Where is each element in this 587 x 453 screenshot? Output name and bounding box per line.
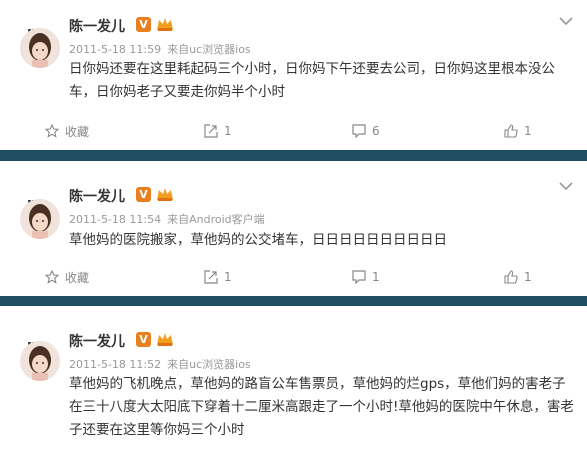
source-prefix: 来自	[167, 358, 190, 371]
post-meta: 2011-5-18 11:54 来自Android客户端	[69, 211, 265, 227]
source-prefix: 来自	[167, 43, 190, 56]
post-content: 日你妈还要在这里耗起码三个小时，日你妈下午还要去公司，日你妈这里根本没公车，日你…	[69, 61, 555, 100]
comment-icon	[352, 270, 366, 284]
favorite-label: 收藏	[65, 124, 90, 139]
repost-icon	[204, 124, 218, 138]
like-icon	[504, 124, 518, 138]
member-icon[interactable]	[155, 16, 175, 32]
action-bar: 收藏 1 1 1	[0, 264, 587, 290]
weibo-post-2: 陈一发儿 V 2011-5-18 11:54 来自Android客户端 草他妈的医…	[0, 161, 587, 296]
weibo-post-3: 陈一发儿 V 2011-5-18 11:52 来自uc浏览器ios 草他妈的飞机晚…	[0, 306, 587, 453]
like-button[interactable]: 1	[504, 118, 532, 144]
favorite-label: 收藏	[65, 270, 90, 285]
like-count: 1	[524, 270, 532, 284]
avatar[interactable]	[20, 28, 60, 68]
repost-button[interactable]: 1	[204, 118, 232, 144]
post-source[interactable]: uc浏览器ios	[189, 43, 251, 56]
post-content: 草他妈的飞机晚点，草他妈的路盲公车售票员，草他妈的烂gps，草他们妈的害老子在三…	[69, 376, 574, 438]
post-meta: 2011-5-18 11:59 来自uc浏览器ios	[69, 41, 251, 57]
avatar-pixel-badge	[28, 17, 50, 32]
comment-button[interactable]: 6	[352, 118, 380, 144]
verified-badge: V	[136, 187, 151, 202]
like-count: 1	[524, 124, 532, 138]
repost-button[interactable]: 1	[204, 264, 232, 290]
chevron-down-icon[interactable]	[559, 16, 573, 26]
author-name[interactable]: 陈一发儿	[69, 186, 125, 206]
repost-count: 1	[224, 124, 232, 138]
favorite-button[interactable]: 收藏	[45, 118, 89, 144]
post-source[interactable]: uc浏览器ios	[189, 358, 251, 371]
source-prefix: 来自	[167, 213, 190, 226]
avatar-pixel-badge	[28, 330, 50, 345]
post-divider	[0, 296, 587, 306]
post-time[interactable]: 2011-5-18 11:52	[69, 358, 161, 371]
author-name[interactable]: 陈一发儿	[69, 16, 125, 36]
action-bar: 收藏 1 6 1	[0, 118, 587, 144]
avatar-pixel-badge	[28, 188, 50, 203]
member-icon[interactable]	[155, 331, 175, 347]
comment-button[interactable]: 1	[352, 264, 380, 290]
verified-badge: V	[136, 332, 151, 347]
repost-count: 1	[224, 270, 232, 284]
like-button[interactable]: 1	[504, 264, 532, 290]
comment-icon	[352, 124, 366, 138]
chevron-down-icon[interactable]	[559, 181, 573, 191]
post-source[interactable]: Android客户端	[189, 213, 265, 226]
post-divider	[0, 150, 587, 161]
repost-icon	[204, 270, 218, 284]
post-meta: 2011-5-18 11:52 来自uc浏览器ios	[69, 356, 251, 372]
post-content: 草他妈的医院搬家，草他妈的公交堵车，日日日日日日日日日日	[69, 232, 447, 248]
like-icon	[504, 270, 518, 284]
favorite-button[interactable]: 收藏	[45, 264, 89, 290]
avatar[interactable]	[20, 199, 60, 239]
comment-count: 6	[372, 124, 380, 138]
star-icon	[45, 124, 59, 138]
avatar[interactable]	[20, 341, 60, 381]
post-time[interactable]: 2011-5-18 11:59	[69, 43, 161, 56]
author-name[interactable]: 陈一发儿	[69, 331, 125, 351]
comment-count: 1	[372, 270, 380, 284]
post-time[interactable]: 2011-5-18 11:54	[69, 213, 161, 226]
star-icon	[45, 270, 59, 284]
verified-badge: V	[136, 17, 151, 32]
weibo-post-1: 陈一发儿 V 2011-5-18 11:59 来自uc浏览器ios 日你妈还要在这…	[0, 0, 587, 150]
member-icon[interactable]	[155, 186, 175, 202]
